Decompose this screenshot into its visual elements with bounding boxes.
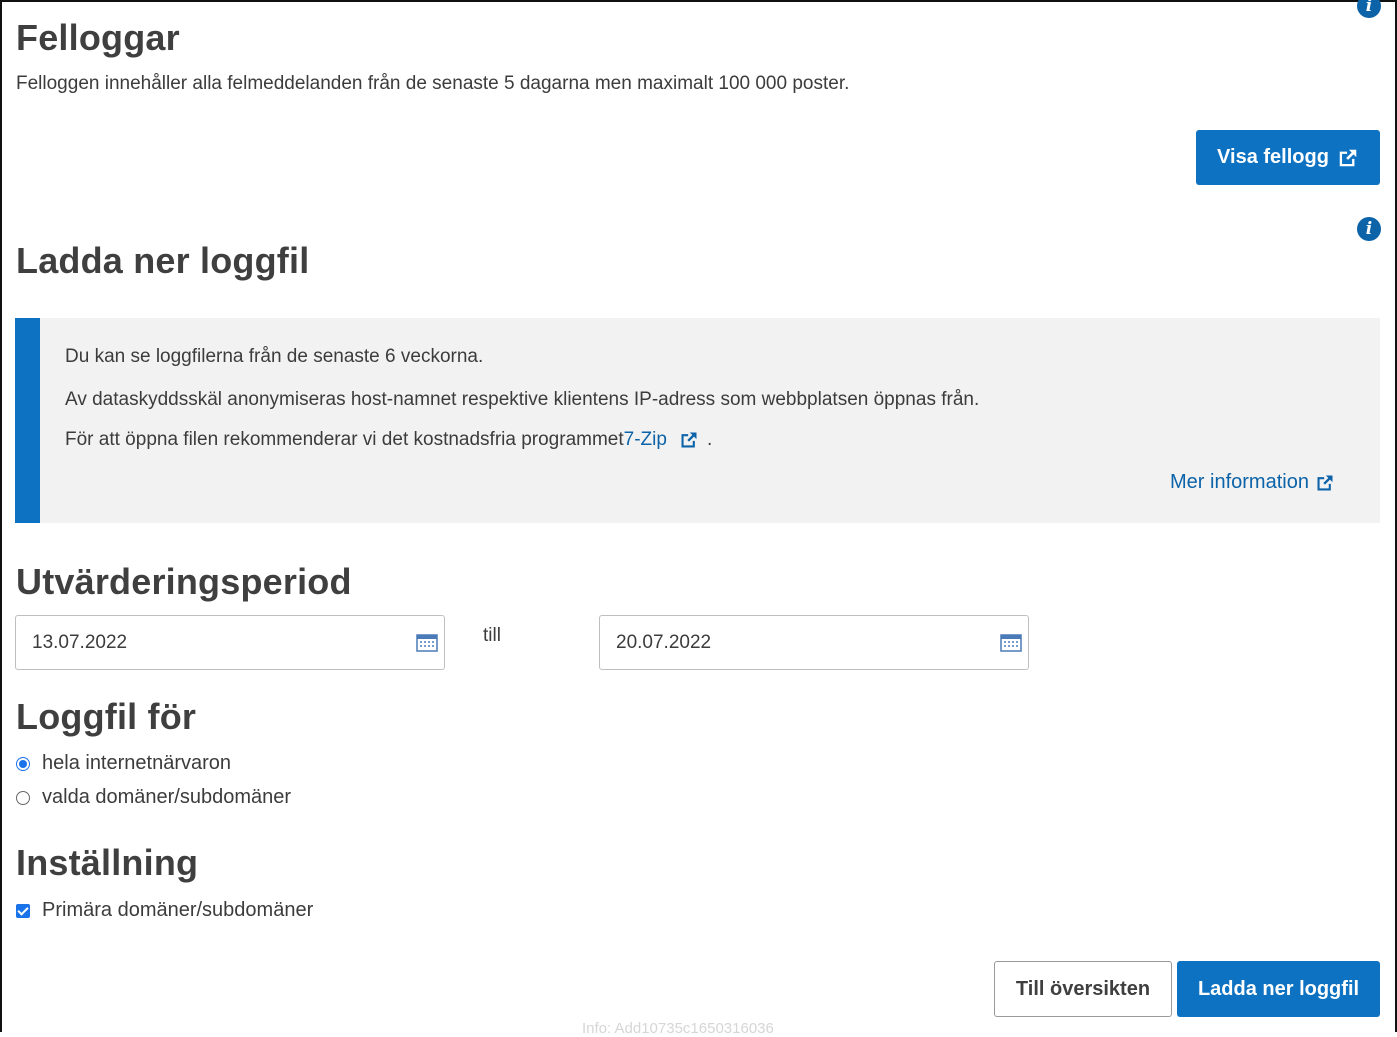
info-line-3-text: För att öppna filen rekommenderar vi det… <box>65 429 624 450</box>
radio-option-selected-domains[interactable]: valda domäner/subdomäner <box>16 786 291 809</box>
radio-button[interactable] <box>16 790 30 805</box>
more-info-link[interactable]: Mer information <box>1170 471 1335 494</box>
felloggar-description: Felloggen innehåller alla felmeddelanden… <box>16 73 850 94</box>
info-box: Du kan se loggfilerna från de senaste 6 … <box>15 318 1380 523</box>
radio-label: hela internetnärvaron <box>42 752 232 774</box>
visa-fellogg-label: Visa fellogg <box>1217 146 1329 168</box>
period-char: . <box>706 429 713 450</box>
date-from-input[interactable] <box>32 631 392 654</box>
primary-domains-checkbox-row[interactable]: Primära domäner/subdomäner <box>16 899 313 922</box>
info-footer-text: Info: Add10735c1650316036 <box>582 1020 774 1037</box>
calendar-icon[interactable] <box>1000 634 1022 652</box>
checkbox-label: Primära domäner/subdomäner <box>42 899 314 921</box>
zip-link[interactable]: 7-Zip <box>624 428 699 452</box>
period-title: Utvärderingsperiod <box>16 561 352 602</box>
back-to-overview-button[interactable]: Till översikten <box>994 961 1172 1017</box>
radio-button[interactable] <box>16 756 30 771</box>
date-to-input[interactable] <box>616 631 976 654</box>
visa-fellogg-button[interactable]: Visa fellogg <box>1196 130 1380 185</box>
external-link-icon <box>1337 147 1359 169</box>
setting-title: Inställning <box>16 842 199 883</box>
radio-label: valda domäner/subdomäner <box>42 786 292 808</box>
download-title: Ladda ner loggfil <box>16 240 310 281</box>
info-icon[interactable]: i <box>1357 217 1381 241</box>
info-line-3: För att öppna filen rekommenderar vi det… <box>65 428 712 452</box>
more-info-label: Mer information <box>1170 471 1309 493</box>
radio-option-whole[interactable]: hela internetnärvaron <box>16 752 231 775</box>
download-logfile-button[interactable]: Ladda ner loggfil <box>1177 961 1380 1017</box>
calendar-icon[interactable] <box>416 634 438 652</box>
info-line-2: Av dataskyddsskäl anonymiseras host-namn… <box>65 389 980 410</box>
external-link-icon <box>1315 473 1335 493</box>
period-separator: till <box>483 625 501 646</box>
date-from-field[interactable] <box>15 615 445 670</box>
logfile-for-title: Loggfil för <box>16 696 197 737</box>
felloggar-title: Felloggar <box>16 17 180 58</box>
external-link-icon <box>679 430 699 450</box>
zip-link-label: 7-Zip <box>623 429 667 450</box>
date-to-field[interactable] <box>599 615 1029 670</box>
checkbox[interactable] <box>16 903 30 918</box>
info-line-1: Du kan se loggfilerna från de senaste 6 … <box>65 346 484 367</box>
